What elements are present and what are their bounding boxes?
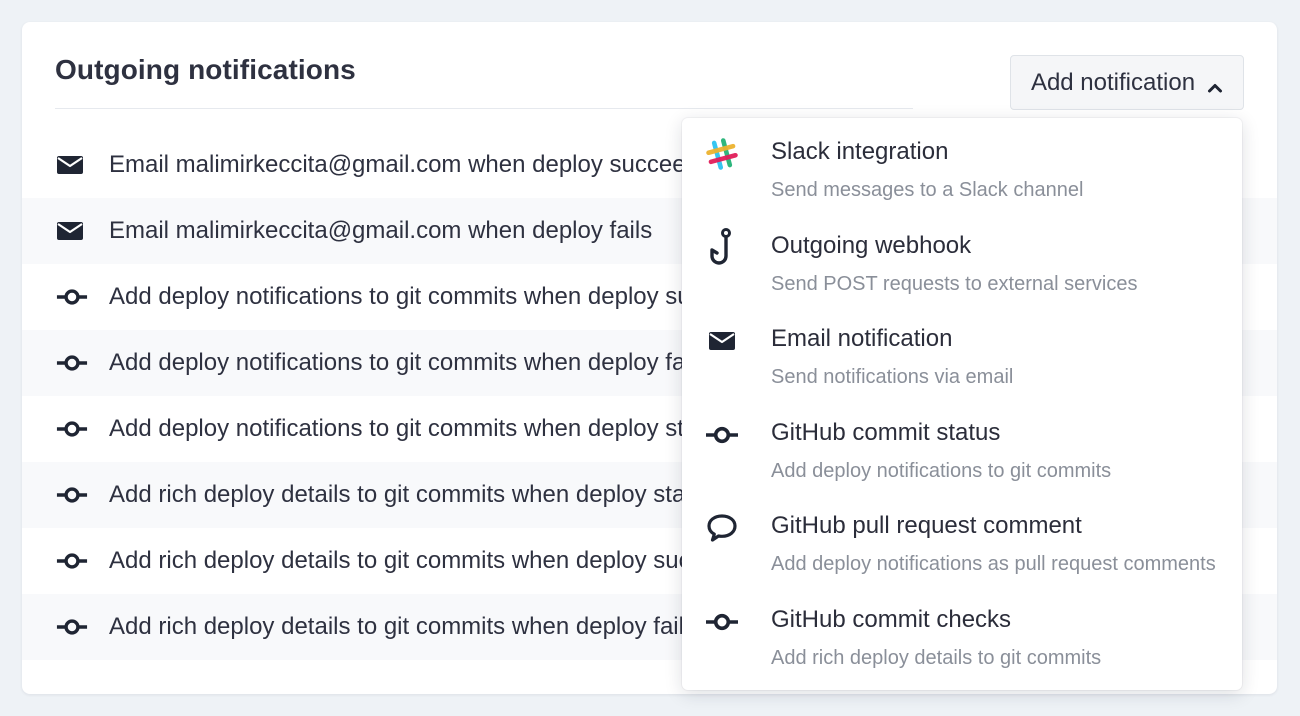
title-divider (55, 108, 913, 109)
menu-item-label: GitHub commit checks (771, 605, 1012, 633)
notification-text: Email malimirkeccita@gmail.com when depl… (109, 151, 711, 178)
mail-icon (702, 321, 742, 361)
git-commit-icon (56, 615, 88, 639)
add-notification-label: Add notification (1030, 68, 1196, 96)
menu-item-github-commit-checks[interactable]: GitHub commit checks Add rich deploy det… (682, 602, 1242, 696)
slack-icon (702, 134, 742, 174)
menu-item-description: Add rich deploy details to git commits (771, 646, 1102, 669)
git-commit-icon (56, 285, 88, 309)
notification-text: Add rich deploy details to git commits w… (109, 481, 712, 508)
menu-item-github-pr-comment[interactable]: GitHub pull request comment Add deploy n… (682, 508, 1242, 602)
notification-text: Add deploy notifications to git commits … (109, 349, 708, 376)
comment-icon (702, 508, 742, 548)
git-commit-icon (56, 483, 88, 507)
menu-item-slack[interactable]: Slack integration Send messages to a Sla… (682, 134, 1242, 228)
page-title: Outgoing notifications (55, 54, 356, 85)
menu-item-github-commit-status[interactable]: GitHub commit status Add deploy notifica… (682, 415, 1242, 509)
menu-item-description: Send POST requests to external services (771, 272, 1138, 295)
menu-item-webhook[interactable]: Outgoing webhook Send POST requests to e… (682, 227, 1242, 322)
git-commit-icon (56, 351, 88, 375)
mail-icon (56, 219, 88, 243)
git-commit-icon (702, 602, 742, 642)
notification-text: Email malimirkeccita@gmail.com when depl… (109, 217, 653, 244)
notification-text: Add deploy notifications to git commits … (109, 415, 712, 442)
menu-item-description: Add deploy notifications to git commits (771, 459, 1112, 482)
menu-item-description: Send messages to a Slack channel (771, 179, 1084, 201)
git-commit-icon (56, 417, 88, 441)
menu-item-description: Add deploy notifications as pull request… (771, 553, 1216, 576)
git-commit-icon (702, 415, 742, 455)
mail-icon (56, 153, 88, 177)
notification-text: Add rich deploy details to git commits w… (109, 613, 696, 640)
add-notification-menu: Slack integration Send messages to a Sla… (682, 118, 1242, 690)
hook-icon (702, 227, 742, 268)
menu-item-email[interactable]: Email notification Send notifications vi… (682, 321, 1242, 415)
menu-item-label: Slack integration (771, 138, 949, 165)
menu-item-label: GitHub commit status (771, 418, 1001, 446)
add-notification-button[interactable]: Add notification (1010, 55, 1244, 110)
menu-item-label: Email notification (771, 325, 953, 353)
notification-text: Add deploy notifications to git commits … (109, 283, 715, 310)
menu-item-description: Send notifications via email (771, 366, 1014, 389)
notification-text: Add rich deploy details to git commits w… (109, 547, 716, 574)
chevron-up-icon (1207, 75, 1223, 92)
git-commit-icon (56, 549, 88, 573)
menu-item-label: GitHub pull request comment (771, 512, 1082, 540)
menu-item-label: Outgoing webhook (771, 231, 972, 259)
